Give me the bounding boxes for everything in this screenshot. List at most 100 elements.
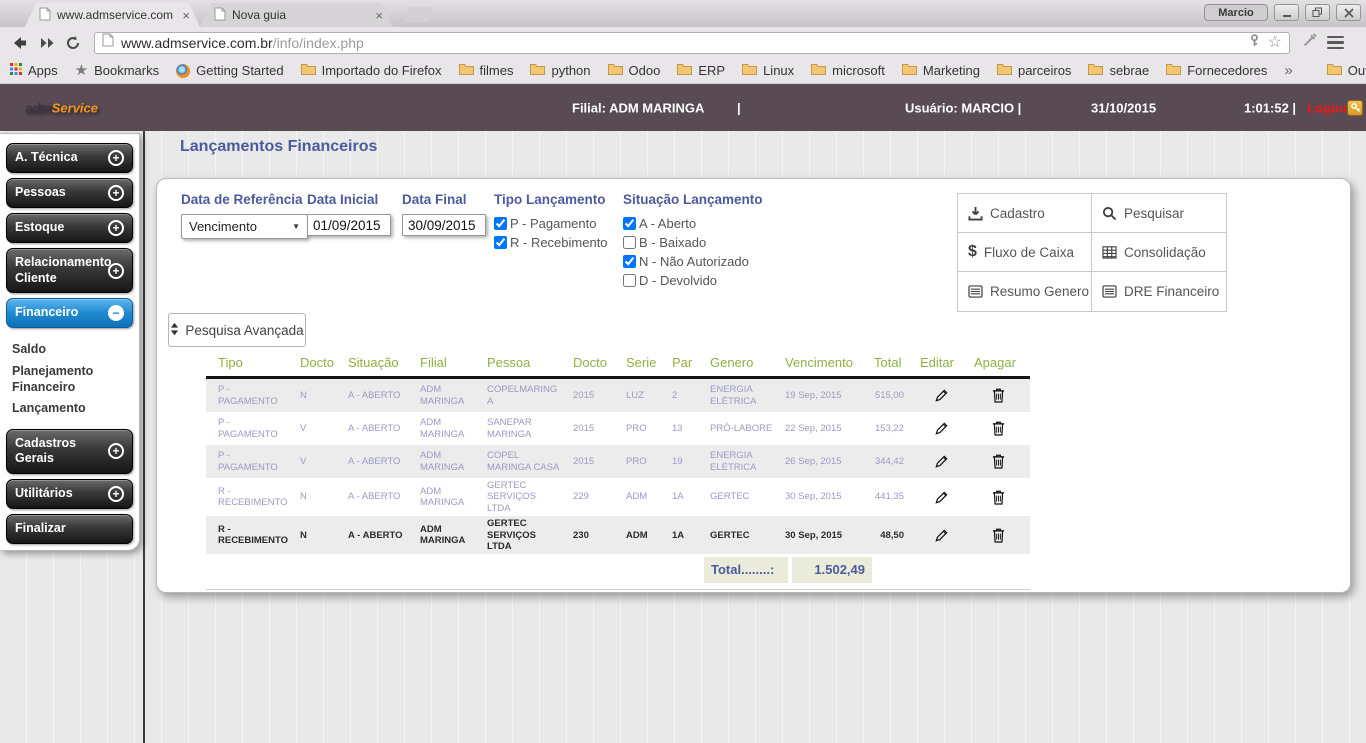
bookmark-folder[interactable]: Odoo [607, 63, 660, 78]
bookmark-folder[interactable]: ERP [677, 63, 725, 78]
tab-admservice[interactable]: www.admservice.com.br × [25, 3, 200, 27]
chevron-down-icon: ▼ [292, 222, 300, 231]
cadastro-button[interactable]: Cadastro [958, 194, 1092, 233]
sidebar-item-pessoas[interactable]: Pessoas + [6, 178, 133, 208]
checkbox-option[interactable]: A - Aberto [623, 214, 763, 233]
bookmark-folder[interactable]: Linux [742, 63, 794, 78]
logout-link[interactable]: Logout [1307, 100, 1351, 115]
page-icon [39, 7, 51, 24]
apps-shortcut[interactable]: Apps [10, 63, 58, 78]
forward-button[interactable] [34, 31, 60, 55]
tab-title: Nova guia [232, 8, 287, 22]
checkbox-option[interactable]: N - Não Autorizado [623, 252, 763, 271]
sidebar-item-cadastros-gerais[interactable]: Cadastros Gerais + [6, 428, 133, 474]
column-header: Serie [626, 355, 657, 370]
url-text[interactable]: www.admservice.com.br/info/index.php [121, 35, 364, 51]
table-row: P - PAGAMENTO V A - ABERTO ADM MARINGA C… [206, 445, 1030, 478]
cell-serie: PRO [626, 455, 647, 467]
checkbox-r-recebimento[interactable] [494, 236, 507, 249]
filters-panel: Data de Referência Vencimento ▼ Data Ini… [156, 178, 1351, 593]
edit-button[interactable] [932, 386, 951, 405]
checkbox-d-devolvido[interactable] [623, 274, 636, 287]
checkbox-a-aberto[interactable] [623, 217, 636, 230]
checkbox-n-nao-autorizado[interactable] [623, 255, 636, 268]
bookmark-folder[interactable]: filmes [458, 63, 513, 78]
bookmark-folder[interactable]: Marketing [901, 63, 980, 78]
checkbox-option[interactable]: R - Recebimento [494, 233, 608, 252]
start-date-input[interactable] [307, 214, 391, 236]
page-body: A. Técnica + Pessoas + Estoque + Relacio… [0, 131, 1366, 743]
checkbox-p-pagamento[interactable] [494, 217, 507, 230]
list-icon [968, 285, 983, 298]
resumo-genero-button[interactable]: Resumo Genero [958, 272, 1092, 311]
tab-nova-guia[interactable]: Nova guia × [200, 3, 393, 27]
sidebar-item-financeiro[interactable]: Financeiro − [6, 298, 133, 329]
new-tab-button[interactable] [404, 7, 434, 22]
total-row: Total........: 1.502,49 [206, 557, 1030, 584]
cell-serie: PRO [626, 422, 647, 434]
sidebar-item-finalizar[interactable]: Finalizar [6, 514, 133, 544]
folder-icon [1166, 63, 1182, 78]
reload-button[interactable] [60, 31, 86, 55]
sidebar-link-planejamento-financeiro[interactable]: Planejamento Financeiro [0, 361, 139, 398]
sidebar-item-estoque[interactable]: Estoque + [6, 213, 133, 243]
bookmark-folder[interactable]: Importado do Firefox [300, 63, 442, 78]
bookmark-folder[interactable]: parceiros [996, 63, 1071, 78]
delete-button[interactable] [990, 419, 1007, 438]
dre-financeiro-button[interactable]: DRE Financeiro [1092, 272, 1226, 311]
checkbox-option[interactable]: D - Devolvido [623, 271, 763, 290]
other-favorites-folder[interactable]: Outros favoritos [1326, 63, 1366, 78]
sidebar-item-relacionamento-cliente[interactable]: Relacionamento Cliente + [6, 248, 133, 294]
profile-button[interactable]: Marcio [1204, 4, 1268, 21]
edit-button[interactable] [932, 452, 951, 471]
customize-icon[interactable] [1302, 32, 1318, 53]
checkbox-option[interactable]: B - Baixado [623, 233, 763, 252]
address-bar[interactable]: www.admservice.com.br/info/index.php ☆ [94, 31, 1290, 54]
reference-date-select[interactable]: Vencimento ▼ [181, 214, 308, 239]
folder-icon [458, 63, 474, 78]
bookmark-folder[interactable]: Fornecedores [1166, 63, 1267, 78]
cell-total: 515,00 [874, 389, 904, 401]
checkbox-b-baixado[interactable] [623, 236, 636, 249]
bookmarks-shortcut[interactable]: ★ Bookmarks [75, 63, 159, 78]
bookmark-star-icon[interactable]: ☆ [1268, 34, 1282, 51]
sidebar-link-saldo[interactable]: Saldo [0, 339, 139, 361]
bookmark-folder[interactable]: microsoft [811, 63, 885, 78]
sidebar-link-lancamento[interactable]: Lançamento [0, 398, 139, 420]
bookmarks-overflow-chevron[interactable]: » [1284, 62, 1292, 79]
delete-button[interactable] [990, 526, 1007, 545]
tab-close-icon[interactable]: × [180, 8, 192, 23]
page-title: Lançamentos Financeiros [180, 138, 378, 155]
date-label: 31/10/2015 [1091, 100, 1157, 115]
cell-vencimento: 30 Sep, 2015 [785, 491, 842, 503]
cell-total: 441,35 [874, 491, 904, 503]
back-button[interactable] [8, 31, 34, 55]
fluxo-de-caixa-button[interactable]: $ Fluxo de Caixa [958, 233, 1092, 272]
pesquisar-button[interactable]: Pesquisar [1092, 194, 1226, 233]
consolidacao-button[interactable]: Consolidação [1092, 233, 1226, 272]
close-button[interactable] [1336, 4, 1361, 21]
delete-button[interactable] [990, 386, 1007, 405]
minimize-button[interactable] [1274, 4, 1299, 21]
cell-genero: GERTEC [710, 529, 750, 541]
sidebar-item-a-tecnica[interactable]: A. Técnica + [6, 143, 133, 173]
delete-button[interactable] [990, 452, 1007, 471]
bookmark-folder[interactable]: sebrae [1088, 63, 1149, 78]
autofill-key-icon[interactable] [1248, 33, 1261, 52]
list-icon [1102, 285, 1117, 298]
edit-button[interactable] [932, 488, 951, 507]
tab-close-icon[interactable]: × [373, 8, 385, 23]
edit-button[interactable] [932, 526, 951, 545]
logout-key-icon[interactable] [1347, 99, 1363, 116]
restore-button[interactable] [1305, 4, 1330, 21]
edit-button[interactable] [932, 419, 951, 438]
reference-date-label: Data de Referência [181, 192, 303, 207]
sidebar-item-utilitarios[interactable]: Utilitários + [6, 479, 133, 509]
advanced-search-button[interactable]: Pesquisa Avançada [168, 313, 306, 347]
bookmark-getting-started[interactable]: Getting Started [176, 63, 284, 78]
bookmark-folder[interactable]: python [530, 63, 591, 78]
checkbox-option[interactable]: P - Pagamento [494, 214, 608, 233]
delete-button[interactable] [990, 488, 1007, 507]
end-date-input[interactable] [402, 214, 486, 236]
menu-icon[interactable] [1327, 35, 1344, 50]
